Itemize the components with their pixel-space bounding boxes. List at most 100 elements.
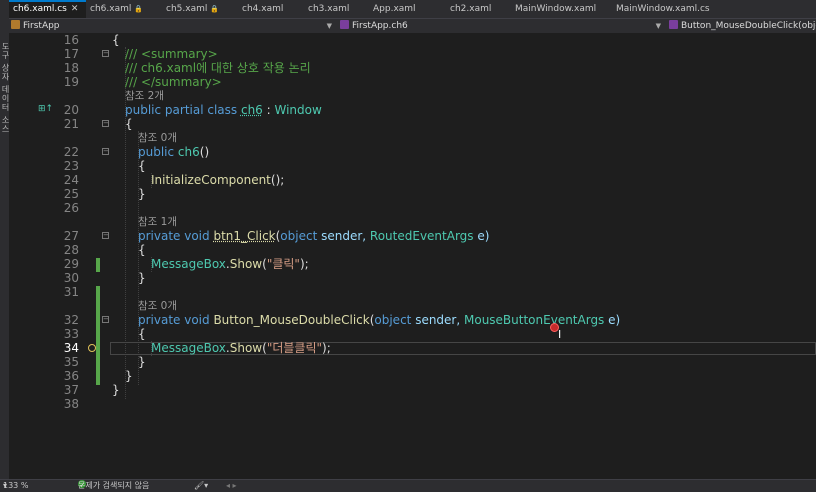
codelens-references[interactable]: 참조 0개 [138,299,177,313]
line-number: 23 [63,159,79,173]
code-line-29: 29 MessageBox.Show("클릭"); [9,257,816,271]
line-number: 18 [63,61,79,75]
line-number: 24 [63,173,79,187]
issues-label: 문제가 검색되지 않음 [78,481,150,490]
method-call: MessageBox.Show("클릭"); [151,257,309,271]
code-text: } [125,369,133,383]
code-text: } [138,187,146,201]
class-label: FirstApp.ch6 [352,21,408,31]
line-number: 16 [63,33,79,47]
line-number: 20 [63,103,79,117]
class-icon [340,20,349,29]
code-line-25: 25 } [9,187,816,201]
member-dropdown[interactable]: Button_MouseDoubleClick(object sende [669,19,816,33]
code-text: { [112,33,120,47]
document-tabs: ch6.xaml.cs ✕ ch6.xaml 🔒 ch5.xaml 🔒 ch4.x… [9,0,816,18]
code-line-37: 37 } [9,383,816,397]
csharp-project-icon [11,20,20,29]
comment-text: /// ch6.xaml에 대한 상호 작용 논리 [125,61,311,75]
brush-icon: 🖌▾ [194,481,209,490]
chevron-down-icon: ▼ [326,22,332,30]
line-number: 22 [63,145,79,159]
tab-ch4-xaml[interactable]: ch4.xaml [238,0,304,18]
arrow-icons: ◂ ▸ [226,481,237,490]
navigation-bar: FirstApp ▼ FirstApp.ch6 ▼ Button_MouseDo… [9,18,816,34]
tab-label: ch6.xaml.cs [13,4,67,14]
line-number: 32 [63,313,79,327]
line-number: 37 [63,383,79,397]
method-declaration: private void btn1_Click(object sender, R… [138,229,490,243]
line-number: 27 [63,229,79,243]
line-number: 29 [63,257,79,271]
class-dropdown[interactable]: FirstApp.ch6 ▼ [340,19,665,33]
tab-label: ch6.xaml [90,4,132,14]
tab-label: MainWindow.xaml.cs [616,4,710,14]
method-call: MessageBox.Show("더블클릭"); [151,341,331,355]
code-line-31: 31 [9,285,816,299]
code-line-23: 23 { [9,159,816,173]
code-text: { [138,327,146,341]
codelens-references[interactable]: 참조 2개 [125,89,164,103]
project-label: FirstApp [23,21,60,31]
member-label: Button_MouseDoubleClick(object sende [681,21,816,31]
codelens-line: 참조 0개 [9,131,816,145]
tab-ch2-xaml[interactable]: ch2.xaml [446,0,511,18]
code-text: { [138,243,146,257]
method-declaration: private void Button_MouseDoubleClick(obj… [138,313,621,327]
tab-ch3-xaml[interactable]: ch3.xaml [304,0,369,18]
line-number: 26 [63,201,79,215]
code-line-19: 19 /// </summary> [9,75,816,89]
line-number: 21 [63,117,79,131]
tab-ch6-xaml[interactable]: ch6.xaml 🔒 [86,0,162,18]
codelens-line: 참조 2개 [9,89,816,103]
tab-mainwindow-xaml[interactable]: MainWindow.xaml [511,0,612,18]
code-text: { [138,159,146,173]
code-line-26: 26 [9,201,816,215]
codelens-references[interactable]: 참조 1개 [138,215,177,229]
codelens-references[interactable]: 참조 0개 [138,131,177,145]
close-icon[interactable]: ✕ [71,4,79,14]
method-call: InitializeComponent(); [151,173,285,187]
editor-status-bar: 133 % ▾ ✓ 문제가 검색되지 않음 🖌▾ ◂ ▸ [0,479,816,492]
code-text: } [138,355,146,369]
lock-icon: 🔒 [134,5,143,13]
code-editor[interactable]: ⊞↑ 16 { − 17 /// <summary> 18 /// ch6.xa… [9,33,816,480]
tab-mainwindow-xaml-cs[interactable]: MainWindow.xaml.cs [612,0,712,18]
code-line-20: 20 public partial class ch6 : Window [9,103,816,117]
code-line-36: 36 } [9,369,816,383]
code-line-22: 22 public ch6() [9,145,816,159]
line-number: 35 [63,355,79,369]
code-line-18: 18 /// ch6.xaml에 대한 상호 작용 논리 [9,61,816,75]
tab-label: ch3.xaml [308,4,350,14]
comment-text: /// </summary> [125,75,222,89]
code-line-35: 35 } [9,355,816,369]
code-text: } [112,383,120,397]
code-text: } [138,271,146,285]
tab-ch5-xaml[interactable]: ch5.xaml 🔒 [162,0,238,18]
line-number: 28 [63,243,79,257]
code-line-24: 24 InitializeComponent(); [9,173,816,187]
project-dropdown[interactable]: FirstApp ▼ [11,19,336,33]
line-number: 17 [63,47,79,61]
code-line-27: 27 private void btn1_Click(object sender… [9,229,816,243]
collapse-icon[interactable]: − [102,316,109,323]
code-line-38: 38 [9,397,816,411]
tab-label: ch2.xaml [450,4,492,14]
class-declaration: public partial class ch6 : Window [125,103,322,117]
collapse-icon[interactable]: − [102,120,109,127]
line-number: 19 [63,75,79,89]
line-number: 33 [63,327,79,341]
codelens-line: 참조 1개 [9,215,816,229]
collapse-icon[interactable]: − [102,232,109,239]
code-line-21: 21 { [9,117,816,131]
code-line-30: 30 } [9,271,816,285]
codelens-line: 참조 0개 [9,299,816,313]
tab-app-xaml[interactable]: App.xaml [369,0,446,18]
line-number: 38 [63,397,79,411]
collapse-icon[interactable]: − [102,148,109,155]
tab-ch6-xaml-cs[interactable]: ch6.xaml.cs ✕ [9,0,86,18]
code-line-16: 16 { [9,33,816,47]
line-number: 25 [63,187,79,201]
method-icon [669,20,678,29]
tab-label: ch5.xaml [166,4,208,14]
